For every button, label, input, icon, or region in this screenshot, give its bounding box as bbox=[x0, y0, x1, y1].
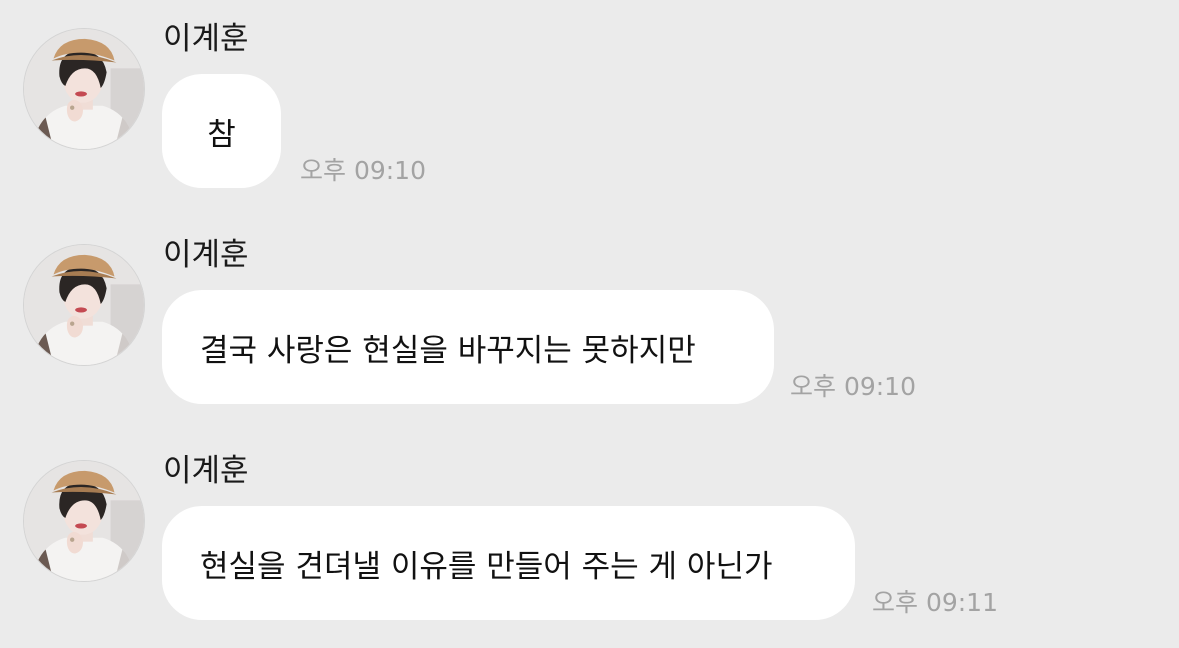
message-bubble[interactable]: 현실을 견뎌낼 이유를 만들어 주는 게 아닌가 bbox=[162, 506, 855, 620]
message-group: 이계훈 현실을 견뎌낼 이유를 만들어 주는 게 아닌가 오후 09:11 bbox=[0, 432, 1179, 648]
sender-name: 이계훈 bbox=[163, 21, 249, 57]
avatar[interactable] bbox=[23, 244, 145, 366]
profile-photo bbox=[24, 461, 144, 581]
message-time: 오후 09:10 bbox=[790, 372, 916, 401]
message-text: 결국 사랑은 현실을 바꾸지는 못하지만 bbox=[200, 332, 696, 369]
message-bubble[interactable]: 참 bbox=[162, 74, 281, 188]
sender-name: 이계훈 bbox=[163, 453, 249, 489]
message-text: 현실을 견뎌낼 이유를 만들어 주는 게 아닌가 bbox=[200, 548, 773, 585]
profile-photo bbox=[24, 29, 144, 149]
message-time: 오후 09:10 bbox=[300, 156, 426, 185]
sender-name: 이계훈 bbox=[163, 237, 249, 273]
message-group: 이계훈 참 오후 09:10 bbox=[0, 0, 1179, 216]
avatar[interactable] bbox=[23, 28, 145, 150]
avatar[interactable] bbox=[23, 460, 145, 582]
message-text: 참 bbox=[207, 116, 236, 153]
message-group: 이계훈 결국 사랑은 현실을 바꾸지는 못하지만 오후 09:10 bbox=[0, 216, 1179, 432]
message-bubble[interactable]: 결국 사랑은 현실을 바꾸지는 못하지만 bbox=[162, 290, 774, 404]
message-time: 오후 09:11 bbox=[872, 588, 998, 617]
profile-photo bbox=[24, 245, 144, 365]
